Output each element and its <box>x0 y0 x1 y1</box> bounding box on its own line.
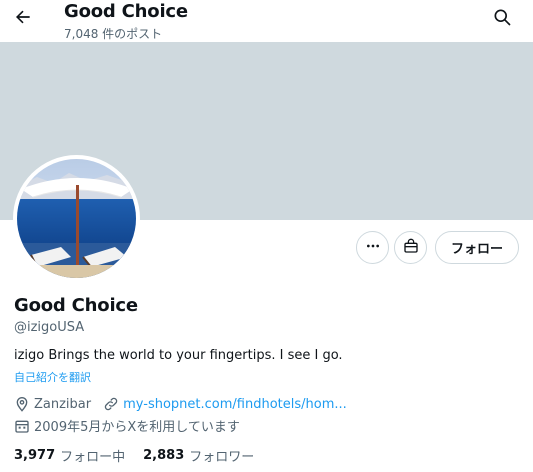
post-count: 7,048 件のポスト <box>64 27 163 41</box>
profile-header: Good Choice 7,048 件のポスト <box>0 0 533 42</box>
calendar-icon <box>14 418 30 434</box>
more-horizontal-icon <box>365 238 381 258</box>
location-item: Zanzibar <box>14 396 91 412</box>
join-date-text: 2009年5月からXを利用しています <box>34 420 240 435</box>
search-button[interactable] <box>487 4 517 34</box>
display-name: Good Choice <box>14 295 138 316</box>
website-link[interactable]: my-shopnet.com/findhotels/hom... <box>123 397 347 412</box>
user-handle: @izigoUSA <box>14 320 85 335</box>
translate-bio-link[interactable]: 自己紹介を翻訳 <box>14 369 91 385</box>
location-pin-icon <box>14 396 30 412</box>
shop-bag-icon <box>403 238 419 258</box>
back-button[interactable] <box>8 4 38 34</box>
follow-button[interactable]: フォロー <box>435 231 519 264</box>
link-icon <box>103 396 119 412</box>
more-button[interactable] <box>356 231 389 264</box>
bio-text: izigo Brings the world to your fingertip… <box>14 348 343 363</box>
arrow-left-icon <box>13 7 33 31</box>
follow-stats: 3,977 フォロー中 2,883 フォロワー <box>14 446 254 465</box>
following-count: 3,977 <box>14 448 56 463</box>
search-icon <box>492 7 512 31</box>
followers-link[interactable]: 2,883 フォロワー <box>143 446 254 465</box>
website-item[interactable]: my-shopnet.com/findhotels/hom... <box>103 396 347 412</box>
following-label: フォロー中 <box>60 450 126 465</box>
avatar[interactable] <box>13 155 140 282</box>
following-link[interactable]: 3,977 フォロー中 <box>14 446 125 465</box>
followers-label: フォロワー <box>189 450 255 465</box>
followers-count: 2,883 <box>143 448 185 463</box>
location-text: Zanzibar <box>34 396 92 412</box>
join-date-row: 2009年5月からXを利用しています <box>14 416 240 435</box>
shop-button[interactable] <box>394 231 427 264</box>
header-title: Good Choice <box>64 1 188 22</box>
avatar-photo <box>17 159 136 278</box>
profile-meta-row: Zanzibar my-shopnet.com/findhotels/hom..… <box>14 396 347 412</box>
